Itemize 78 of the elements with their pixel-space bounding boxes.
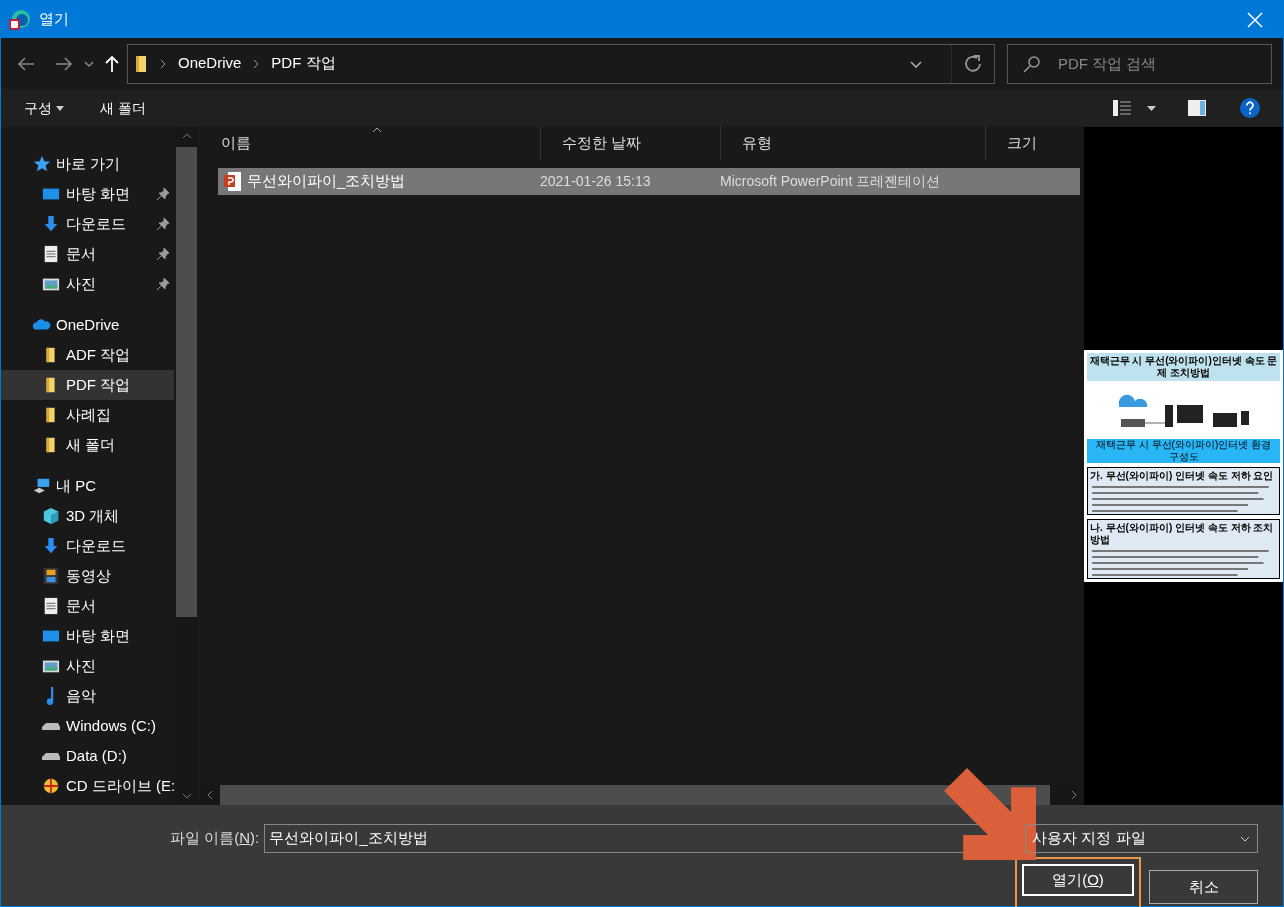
chevron-down-icon[interactable] — [181, 791, 192, 801]
sidebar-item[interactable]: 사례집 — [1, 400, 174, 430]
down-arrow-icon — [42, 537, 60, 555]
organize-menu-button[interactable]: 구성 — [24, 97, 64, 119]
view-options-icon[interactable] — [1113, 100, 1131, 116]
file-type: Microsoft PowerPoint 프레젠테이션 — [720, 172, 942, 191]
sidebar-item[interactable]: 음악 — [1, 681, 174, 711]
file-row[interactable]: 무선와이파이_조치방법 2021-01-26 15:13 Microsoft PowerPoint 프레젠테이션 — [218, 168, 1080, 195]
sidebar-item[interactable]: OneDrive — [1, 310, 176, 340]
chevron-up-icon[interactable] — [181, 131, 192, 141]
back-arrow-icon[interactable] — [17, 54, 35, 73]
sort-caret-icon — [372, 127, 382, 133]
sidebar-item[interactable]: 내 PC — [1, 471, 176, 501]
sidebar-item[interactable]: Data (D:) — [1, 741, 174, 771]
sidebar-item[interactable]: 동영상 — [1, 561, 174, 591]
column-header[interactable]: 수정한 날짜 — [540, 127, 720, 160]
disc-icon — [42, 777, 60, 795]
pin-icon — [157, 188, 169, 200]
presentation-file-icon — [224, 172, 241, 191]
chevron-right-icon[interactable] — [1069, 790, 1079, 800]
search-field[interactable]: PDF 작업 검색 — [1007, 43, 1272, 84]
drive-icon — [42, 752, 60, 760]
sidebar-item[interactable]: 3D 개체 — [1, 501, 174, 531]
sidebar-item[interactable]: 문서 — [1, 591, 174, 621]
breadcrumb-item[interactable]: OneDrive — [178, 52, 242, 75]
caret-icon[interactable] — [1147, 105, 1156, 111]
column-header[interactable]: 이름 — [200, 127, 540, 160]
caret-icon — [56, 105, 64, 111]
drive-icon — [42, 722, 60, 730]
sidebar-item[interactable]: 다운로드 — [1, 531, 174, 561]
chevron-left-icon[interactable] — [205, 790, 215, 800]
document-icon — [42, 597, 60, 615]
up-arrow-icon[interactable] — [103, 54, 121, 73]
breadcrumb-item[interactable]: PDF 작업 — [271, 52, 336, 75]
search-icon — [1023, 54, 1041, 73]
refresh-icon[interactable] — [964, 54, 982, 73]
sidebar-item[interactable]: 바탕 화면 — [1, 621, 174, 651]
sidebar-item[interactable]: PDF 작업 — [1, 370, 174, 400]
sidebar-item[interactable]: CD 드라이브 (E: — [1, 771, 174, 801]
diagram-caption: 재택근무 시 무선(와이파이)인터넷 환경 구성도 — [1087, 439, 1280, 463]
film-icon — [42, 567, 60, 585]
filename-label: 파일 이름(N): — [170, 828, 260, 849]
computer-icon — [33, 477, 51, 495]
cancel-button[interactable]: 취소 — [1149, 870, 1258, 904]
sidebar-item[interactable]: 바로 가기 — [1, 149, 176, 179]
pin-icon — [157, 248, 169, 260]
new-folder-button[interactable]: 새 폴더 — [100, 97, 146, 119]
folder-icon — [134, 54, 148, 73]
preview-title: 재택근무 시 무선(와이파이)인터넷 속도 문제 조치방법 — [1087, 353, 1280, 381]
cube-icon — [42, 507, 60, 525]
section-heading: 나. 무선(와이파이) 인터넷 속도 저하 조치 방법 — [1090, 522, 1275, 546]
address-bar[interactable]: OneDrive PDF 작업 — [127, 43, 995, 84]
star-icon — [33, 155, 51, 173]
sidebar-item[interactable]: 바탕 화면 — [1, 179, 174, 209]
sidebar-item[interactable]: 새 폴더 — [1, 430, 174, 460]
forward-arrow-icon[interactable] — [55, 54, 73, 73]
window-title: 열기 — [39, 9, 70, 30]
pin-icon — [157, 218, 169, 230]
sidebar-item[interactable]: 다운로드 — [1, 209, 174, 239]
sidebar-item[interactable]: 문서 — [1, 239, 174, 269]
open-button[interactable]: 열기(O) — [1022, 864, 1134, 896]
sidebar-item[interactable]: 사진 — [1, 651, 174, 681]
document-icon — [42, 245, 60, 263]
sidebar-item[interactable]: ADF 작업 — [1, 340, 174, 370]
app-icon — [9, 8, 31, 31]
section-heading: 가. 무선(와이파이) 인터넷 속도 저하 요인 — [1090, 470, 1275, 482]
sidebar-item[interactable]: Windows (C:) — [1, 711, 174, 741]
column-header[interactable]: 크기 — [985, 127, 1080, 160]
pin-icon — [157, 278, 169, 290]
close-icon — [1247, 11, 1263, 28]
down-arrow-icon — [42, 215, 60, 233]
file-modified-date: 2021-01-26 15:13 — [540, 172, 652, 191]
column-header[interactable]: 유형 — [720, 127, 985, 160]
sidebar-item[interactable]: 사진 — [1, 269, 174, 299]
file-name: 무선와이파이_조치방법 — [247, 171, 406, 192]
chevron-right-icon — [158, 58, 168, 69]
music-note-icon — [47, 687, 55, 705]
help-icon[interactable] — [1240, 98, 1260, 118]
